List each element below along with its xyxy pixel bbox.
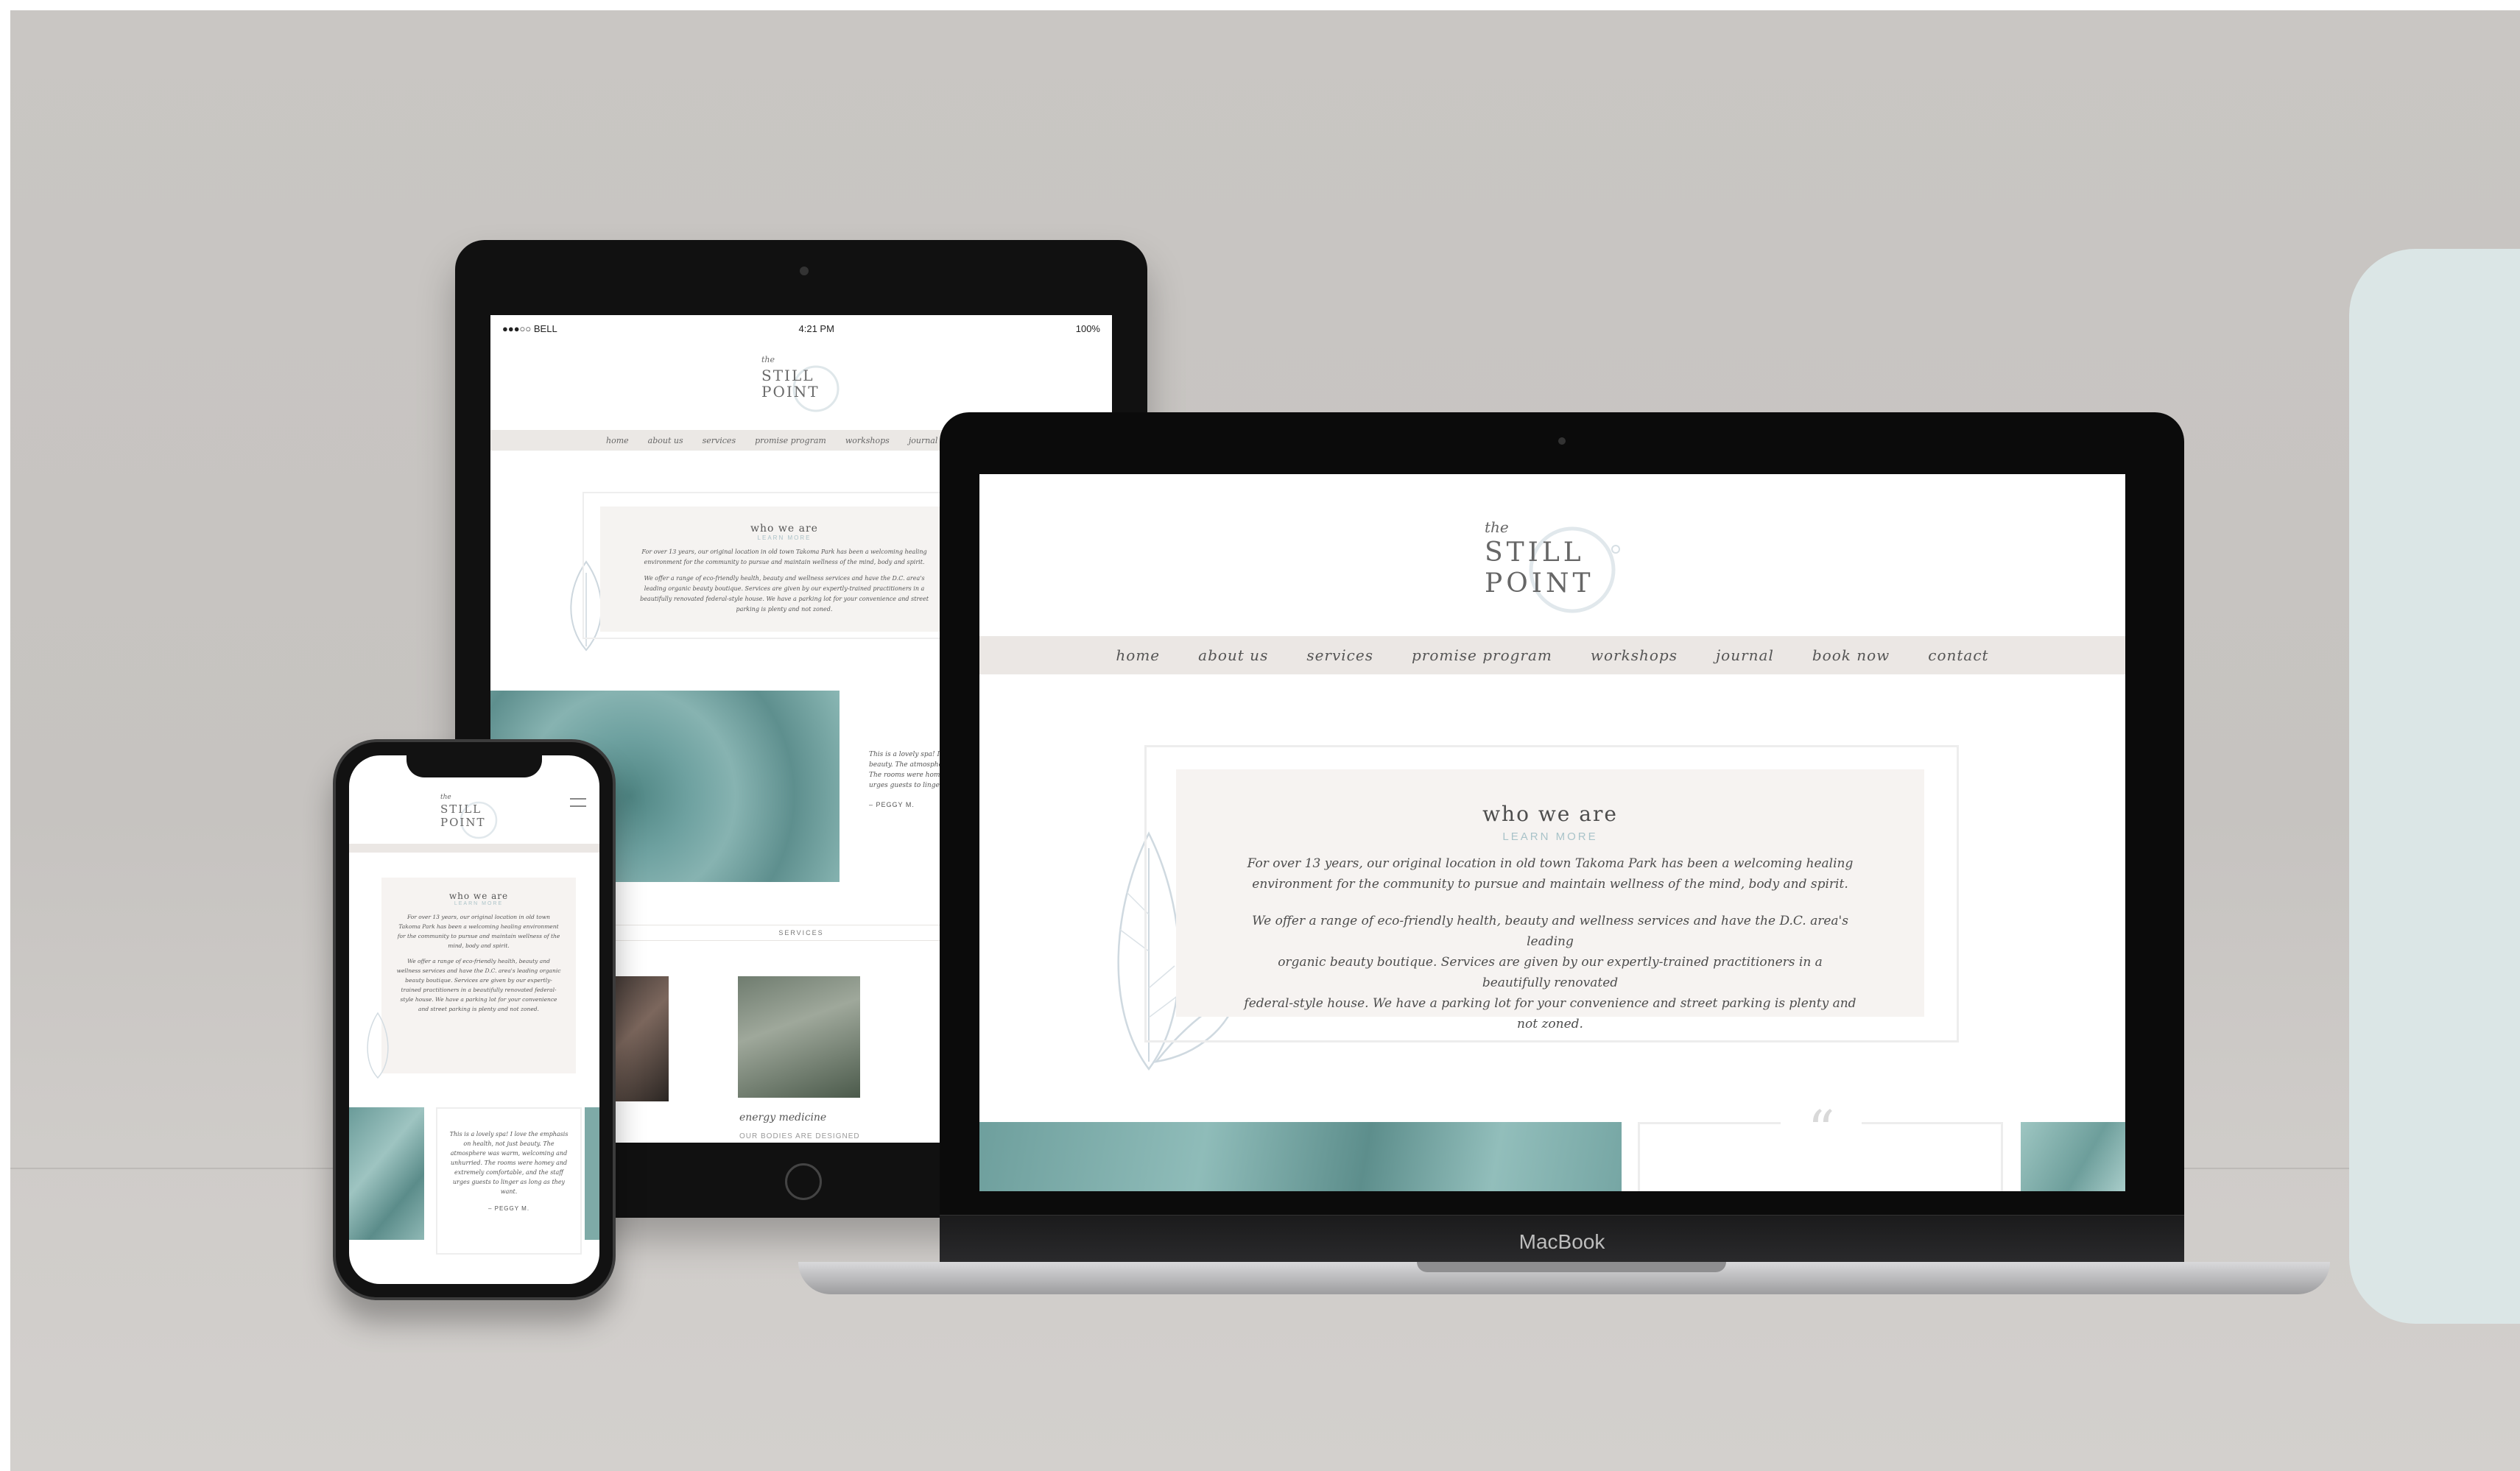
nav-home[interactable]: home bbox=[606, 436, 629, 445]
phone-logo[interactable]: the STILL POINT bbox=[436, 791, 517, 850]
phone-device: the STILL POINT who we are LEARN MORE Fo… bbox=[333, 739, 616, 1300]
status-battery: 100% bbox=[1075, 322, 1100, 334]
learn-more-link[interactable]: LEARN MORE bbox=[1176, 830, 1924, 843]
laptop-bezel-bottom: MacBook bbox=[940, 1215, 2184, 1266]
about-para-2: We offer a range of eco-friendly health,… bbox=[396, 958, 561, 1012]
about-title: who we are bbox=[448, 891, 509, 901]
nav-promise[interactable]: promise program bbox=[755, 436, 826, 445]
succulent-image-2 bbox=[585, 1107, 599, 1240]
service-photo-crystal[interactable] bbox=[738, 976, 860, 1098]
tablet-camera bbox=[800, 267, 809, 275]
logo-still: STILL bbox=[761, 367, 814, 384]
nav-promise[interactable]: promise program bbox=[1412, 646, 1552, 664]
phone-nav-bar bbox=[349, 844, 599, 853]
status-time: 4:21 PM bbox=[798, 322, 834, 334]
nav-about[interactable]: about us bbox=[648, 436, 683, 445]
nav-journal[interactable]: journal bbox=[1716, 646, 1774, 664]
about-para-1: For over 13 years, our original location… bbox=[1247, 856, 1854, 892]
nav-about[interactable]: about us bbox=[1198, 646, 1268, 664]
phone-testimonial: This is a lovely spa! I love the emphasi… bbox=[436, 1107, 582, 1255]
about-para-1: For over 13 years, our original location… bbox=[397, 914, 560, 949]
about-para-2: We offer a range of eco-friendly health,… bbox=[1244, 914, 1856, 1031]
learn-more-link[interactable]: LEARN MORE bbox=[600, 535, 968, 541]
about-para-2: We offer a range of eco-friendly health,… bbox=[640, 575, 929, 613]
laptop-nav: home about us services promise program w… bbox=[979, 636, 2125, 674]
succulent-image bbox=[349, 1107, 424, 1240]
laptop-base bbox=[798, 1262, 2330, 1294]
nav-home[interactable]: home bbox=[1116, 646, 1160, 664]
logo-still: STILL bbox=[1485, 537, 1585, 568]
logo-point: POINT bbox=[440, 816, 486, 829]
logo-the: the bbox=[440, 794, 451, 801]
logo-the: the bbox=[761, 355, 775, 364]
logo-still: STILL bbox=[440, 802, 482, 816]
logo-the: the bbox=[1485, 518, 1509, 536]
quote-mark-icon: “ bbox=[1781, 1104, 1862, 1157]
nav-contact[interactable]: contact bbox=[1928, 646, 1988, 664]
nav-services[interactable]: services bbox=[703, 436, 736, 445]
laptop-label: MacBook bbox=[1518, 1230, 1605, 1253]
service-caption[interactable]: energy medicine bbox=[739, 1112, 826, 1123]
logo-point: POINT bbox=[761, 383, 820, 401]
laptop-device: the STILL POINT home about us services p… bbox=[940, 412, 2184, 1266]
laptop-about-card: who we are LEARN MORE For over 13 years,… bbox=[1144, 745, 1959, 1043]
tablet-about-card: who we are LEARN MORE For over 13 years,… bbox=[583, 492, 968, 639]
nav-workshops[interactable]: workshops bbox=[1591, 646, 1678, 664]
testimonial-text: This is a lovely spa! I love the emphasi… bbox=[449, 1131, 569, 1195]
about-title: who we are bbox=[750, 523, 818, 535]
succulent-image bbox=[979, 1122, 1622, 1191]
logo-point: POINT bbox=[1485, 568, 1594, 599]
nav-journal[interactable]: journal bbox=[909, 436, 938, 445]
leaf-icon bbox=[367, 1012, 389, 1079]
tablet-home-button[interactable] bbox=[785, 1163, 822, 1200]
testimonial-author: – PEGGY M. bbox=[488, 1205, 530, 1212]
nav-book[interactable]: book now bbox=[1812, 646, 1890, 664]
phone-about-card: who we are LEARN MORE For over 13 years,… bbox=[381, 878, 576, 1073]
phone-screen: the STILL POINT who we are LEARN MORE Fo… bbox=[349, 755, 599, 1284]
laptop-screen: the STILL POINT home about us services p… bbox=[979, 474, 2125, 1191]
tablet-logo[interactable]: the STILL POINT bbox=[759, 353, 847, 420]
mockup-scene: ●●●○○ BELL 4:21 PM 100% the STILL POINT … bbox=[10, 10, 2520, 1471]
tablet-status-bar: ●●●○○ BELL 4:21 PM 100% bbox=[490, 315, 1112, 342]
phone-notch bbox=[406, 755, 542, 777]
learn-more-link[interactable]: LEARN MORE bbox=[381, 901, 576, 906]
service-subcaption: OUR BODIES ARE DESIGNED bbox=[739, 1132, 860, 1140]
mint-card bbox=[2349, 249, 2520, 1324]
nav-workshops[interactable]: workshops bbox=[845, 436, 890, 445]
about-title: who we are bbox=[1482, 802, 1618, 826]
hamburger-menu-icon[interactable] bbox=[570, 798, 586, 807]
nav-services[interactable]: services bbox=[1306, 646, 1373, 664]
laptop-camera bbox=[1558, 437, 1566, 445]
about-para-1: For over 13 years, our original location… bbox=[641, 548, 927, 565]
status-carrier: ●●●○○ BELL bbox=[502, 322, 557, 334]
succulent-image-2 bbox=[2021, 1122, 2125, 1191]
laptop-logo[interactable]: the STILL POINT bbox=[1480, 509, 1642, 627]
